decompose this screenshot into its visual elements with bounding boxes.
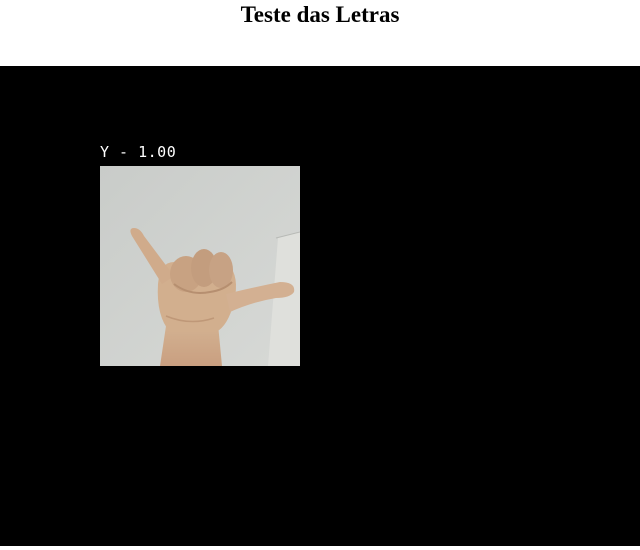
hand-roi-image bbox=[100, 166, 300, 366]
page-header: Teste das Letras bbox=[0, 0, 640, 66]
page-title: Teste das Letras bbox=[240, 2, 400, 27]
video-feed: Y - 1.00 bbox=[0, 66, 640, 546]
prediction-label: Y - 1.00 bbox=[100, 143, 177, 161]
hand-sign-y-image bbox=[100, 166, 300, 366]
